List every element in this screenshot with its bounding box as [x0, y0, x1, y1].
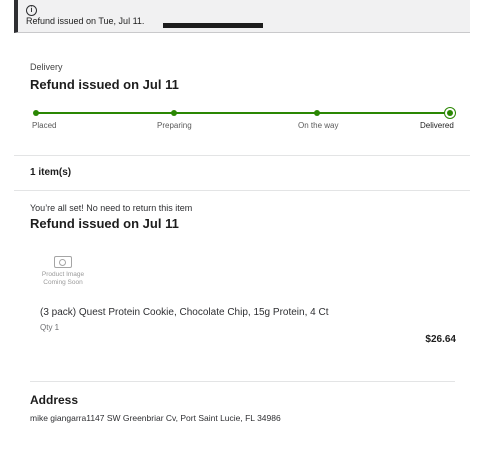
progress-track: [35, 112, 451, 114]
product-qty: Qty 1: [40, 323, 60, 332]
refund-banner: i Refund issued on Tue, Jul 11.: [14, 0, 470, 33]
camera-icon: [54, 256, 72, 268]
step-label-delivered: Delivered: [420, 121, 454, 130]
step-dot-on-the-way: [314, 110, 320, 116]
address-heading: Address: [30, 393, 79, 407]
divider: [30, 381, 455, 382]
divider: [14, 190, 470, 191]
divider: [14, 155, 470, 156]
delivery-label: Delivery: [30, 62, 63, 72]
step-label-preparing: Preparing: [157, 121, 192, 130]
address-line: mike giangarra1147 SW Greenbriar Cv, Por…: [30, 413, 281, 423]
step-dot-preparing: [171, 110, 177, 116]
banner-message: Refund issued on Tue, Jul 11.: [26, 16, 145, 26]
info-icon: i: [26, 5, 37, 16]
step-label-placed: Placed: [32, 121, 57, 130]
step-label-on-the-way: On the way: [298, 121, 339, 130]
item-count: 1 item(s): [30, 167, 72, 178]
product-name[interactable]: (3 pack) Quest Protein Cookie, Chocolate…: [40, 307, 328, 318]
image-placeholder-line2: Coming Soon: [43, 279, 83, 286]
image-placeholder-line1: Product Image: [41, 271, 85, 278]
items-title: Refund issued on Jul 11: [30, 216, 179, 231]
product-image-placeholder: Product Image Coming Soon: [38, 256, 88, 294]
delivery-title: Refund issued on Jul 11: [30, 77, 179, 92]
step-dot-placed: [33, 110, 39, 116]
return-note: You’re all set! No need to return this i…: [30, 203, 193, 213]
redacted-bar: [163, 23, 263, 28]
step-dot-delivered: [447, 110, 453, 116]
product-price: $26.64: [425, 334, 456, 345]
